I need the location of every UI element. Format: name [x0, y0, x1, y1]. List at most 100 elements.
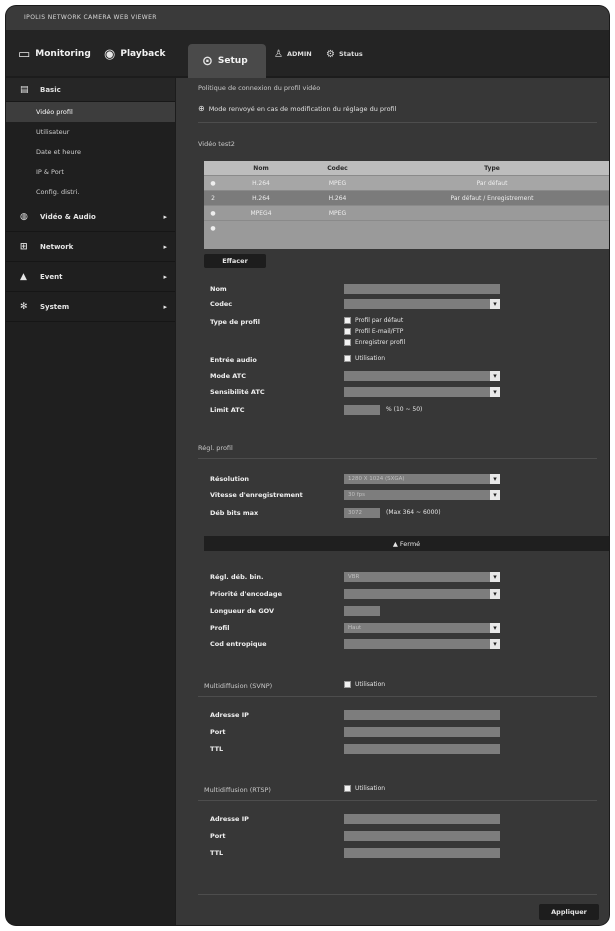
entropy-coding-select[interactable] — [344, 639, 500, 649]
profile-type-label: Type de profil — [210, 318, 260, 326]
system-icon: ✻ — [20, 301, 28, 312]
status-icon: ⚙ — [326, 48, 335, 60]
divider — [198, 696, 597, 697]
policy-note: ⊕ Mode renvoyé en cas de modification du… — [198, 104, 396, 113]
codec-select[interactable] — [344, 299, 500, 309]
setup-icon: ⊙ — [202, 53, 213, 69]
gov-length-input[interactable] — [344, 606, 380, 616]
checkbox[interactable] — [344, 681, 351, 688]
delete-button[interactable]: Effacer — [204, 254, 266, 268]
multicast-svnp-label: Multidiffusion (SVNP) — [204, 682, 273, 690]
framerate-select[interactable]: 30 fps — [344, 490, 500, 500]
profile-select[interactable]: Haut — [344, 623, 500, 633]
monitor-icon: ▭ — [18, 46, 31, 62]
sidebar-item-user[interactable]: Utilisateur — [6, 122, 175, 142]
checkbox-label: Utilisation — [355, 355, 386, 362]
sidebar-item-date-time[interactable]: Date et heure — [6, 142, 175, 162]
divider — [198, 458, 597, 459]
sidebar-item-config[interactable]: Config. distri. — [6, 182, 175, 202]
atc-limit-input[interactable] — [344, 405, 380, 415]
tab-playback[interactable]: ◉ Playback — [104, 40, 166, 68]
svnp-port-label: Port — [210, 728, 226, 736]
default-profile-checkbox[interactable]: Profil par défaut — [344, 317, 403, 324]
row-radio[interactable]: ● — [204, 206, 222, 220]
table-cell: Par défaut — [476, 179, 508, 187]
atc-mode-select[interactable] — [344, 371, 500, 381]
multicast-svnp-checkbox[interactable]: Utilisation — [344, 681, 385, 688]
atc-sensitivity-select[interactable] — [344, 387, 500, 397]
tab-setup[interactable]: ⊙ Setup — [188, 44, 266, 78]
table-row[interactable]: ● H.264 MPEG Par défaut — [204, 175, 609, 190]
bitrate-label: Déb bits max — [210, 509, 259, 517]
checkbox[interactable] — [344, 355, 351, 362]
resolution-select[interactable]: 1280 X 1024 (SXGA) — [344, 474, 500, 484]
table-row[interactable]: ● — [204, 220, 609, 235]
tab-monitoring[interactable]: ▭ Monitoring — [18, 40, 91, 68]
multicast-rtsp-checkbox[interactable]: Utilisation — [344, 785, 385, 792]
email-ftp-profile-checkbox[interactable]: Profil E-mail/FTP — [344, 328, 403, 335]
table-row[interactable]: 2 H.264 H.264 Par défaut / Enregistremen… — [204, 190, 609, 205]
table-cell: MPEG — [328, 209, 347, 217]
checkbox-label: Utilisation — [355, 785, 386, 792]
svnp-port-input[interactable] — [344, 727, 500, 737]
atc-sensitivity-label: Sensibilité ATC — [210, 388, 265, 396]
table-cell: Par défaut / Enregistrement — [450, 194, 534, 202]
sidebar-category-network[interactable]: ⊞ Network ▸ — [6, 232, 175, 262]
sidebar-category-label: Vidéo & Audio — [40, 212, 96, 221]
status-menu[interactable]: ⚙ Status — [326, 44, 363, 64]
checkbox-label: Profil par défaut — [355, 317, 404, 324]
checkbox[interactable] — [344, 328, 351, 335]
sidebar: ▤ Basic Vidéo profil Utilisateur Date et… — [6, 78, 175, 925]
sidebar-item-ip-port[interactable]: IP & Port — [6, 162, 175, 182]
name-input[interactable] — [344, 284, 500, 294]
sidebar-category-system[interactable]: ✻ System ▸ — [6, 292, 175, 322]
connection-policy-title: Politique de connexion du profil vidéo — [198, 84, 321, 92]
sidebar-basic[interactable]: ▤ Basic — [6, 78, 175, 102]
table-cell: H.264 — [252, 194, 270, 202]
table-header-cell: Nom — [253, 164, 269, 172]
row-radio[interactable]: ● — [204, 221, 222, 235]
rtsp-ttl-label: TTL — [210, 849, 224, 857]
encoding-priority-select[interactable] — [344, 589, 500, 599]
encoding-priority-label: Priorité d'encodage — [210, 590, 282, 598]
sidebar-item-video-profile[interactable]: Vidéo profil — [6, 102, 175, 122]
divider — [198, 122, 597, 123]
audio-use-checkbox[interactable]: Utilisation — [344, 355, 385, 362]
gov-length-label: Longueur de GOV — [210, 607, 275, 615]
rtsp-ip-input[interactable] — [344, 814, 500, 824]
window-title: IPOLIS NETWORK CAMERA WEB VIEWER — [6, 6, 609, 30]
table-header: Nom Codec Type — [204, 161, 609, 175]
table-cell: H.264 — [252, 179, 270, 187]
user-menu[interactable]: ♙ ADMIN — [274, 44, 312, 64]
row-radio[interactable]: ● — [204, 176, 222, 190]
checkbox[interactable] — [344, 339, 351, 346]
chevron-right-icon: ▸ — [163, 212, 167, 221]
table-cell — [300, 221, 375, 235]
atc-limit-hint: % (10 ~ 50) — [386, 406, 423, 413]
status-label: Status — [338, 50, 363, 58]
sidebar-category-event[interactable]: ▲ Event ▸ — [6, 262, 175, 292]
rtsp-ttl-input[interactable] — [344, 848, 500, 858]
event-icon: ▲ — [20, 271, 27, 282]
apply-button[interactable]: Appliquer — [539, 904, 599, 920]
table-row[interactable]: ● MPEG4 MPEG — [204, 205, 609, 220]
bitrate-input[interactable]: 3072 — [344, 508, 380, 518]
svnp-ip-label: Adresse IP — [210, 711, 249, 719]
camera-icon: ◍ — [20, 211, 28, 222]
svnp-ttl-input[interactable] — [344, 744, 500, 754]
bitrate-control-select[interactable]: VBR — [344, 572, 500, 582]
checkbox[interactable] — [344, 317, 351, 324]
svnp-ip-input[interactable] — [344, 710, 500, 720]
collapse-toggle[interactable]: ▲ Fermé — [204, 536, 609, 551]
sidebar-category-video-audio[interactable]: ◍ Vidéo & Audio ▸ — [6, 202, 175, 232]
sidebar-category-label: Event — [40, 272, 63, 281]
rtsp-ip-label: Adresse IP — [210, 815, 249, 823]
table-cell: MPEG — [328, 179, 347, 187]
checkbox-label: Enregistrer profil — [355, 339, 406, 346]
audio-input-label: Entrée audio — [210, 356, 257, 364]
profile-label: Profil — [210, 624, 230, 632]
record-profile-checkbox[interactable]: Enregistrer profil — [344, 339, 405, 346]
checkbox[interactable] — [344, 785, 351, 792]
bitrate-hint: (Max 364 ~ 6000) — [386, 509, 441, 516]
rtsp-port-input[interactable] — [344, 831, 500, 841]
